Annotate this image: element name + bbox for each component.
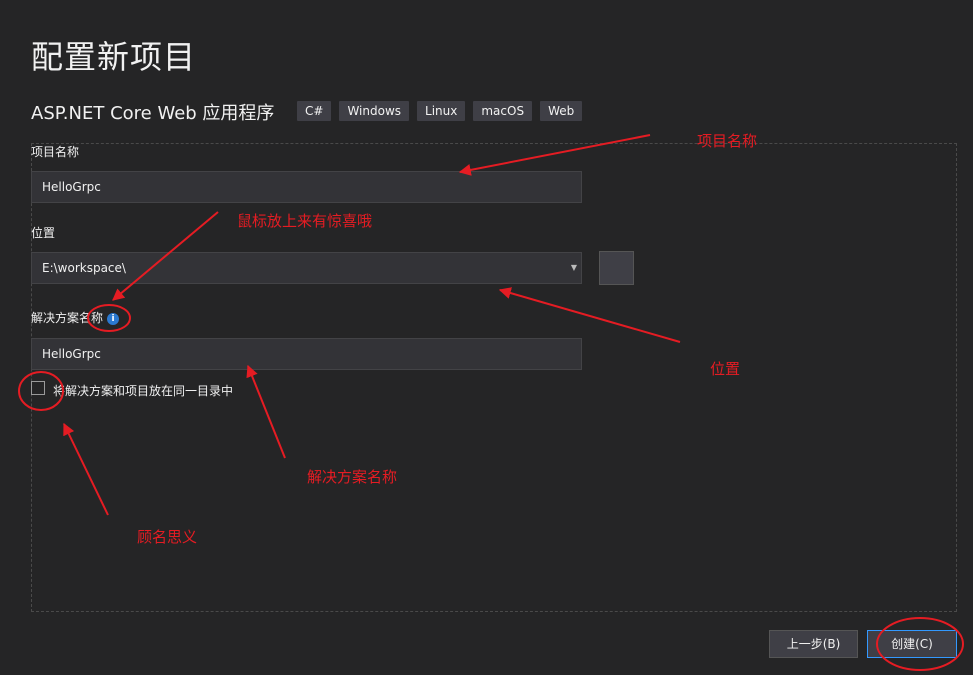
tag-linux: Linux [417,101,466,121]
browse-button[interactable] [599,251,634,285]
create-button[interactable]: 创建(C) [867,630,957,658]
project-name-label: 项目名称 [31,145,80,159]
tag-web: Web [540,101,583,121]
tag-csharp: C# [297,101,332,121]
annotation-mouse-hover: 鼠标放上来有惊喜哦 [237,212,373,230]
solution-name-label-row: 解决方案名称 i [31,309,120,326]
project-name-input[interactable]: HelloGrpc [31,171,582,203]
annotation-self-explanatory: 顾名思义 [137,528,198,546]
page-title: 配置新项目 [31,38,197,76]
tag-windows: Windows [339,101,410,121]
tag-macos: macOS [473,101,533,121]
template-tags: C# Windows Linux macOS Web [297,101,583,121]
location-value: E:\workspace\ [42,261,126,275]
chevron-down-icon[interactable]: ▼ [571,253,577,283]
solution-name-label: 解决方案名称 [31,311,104,325]
annotation-solution-name: 解决方案名称 [307,468,398,486]
info-icon[interactable]: i [107,312,120,325]
solution-name-input[interactable]: HelloGrpc [31,338,582,370]
annotation-project-name: 项目名称 [697,132,758,150]
same-directory-label[interactable]: 将解决方案和项目放在同一目录中 [53,382,233,399]
back-button[interactable]: 上一步(B) [769,630,858,658]
template-name: ASP.NET Core Web 应用程序 [31,103,275,124]
location-combobox[interactable]: E:\workspace\ ▼ [31,252,582,284]
location-label: 位置 [31,226,56,240]
annotation-location: 位置 [710,360,741,378]
same-directory-checkbox[interactable] [31,381,45,395]
